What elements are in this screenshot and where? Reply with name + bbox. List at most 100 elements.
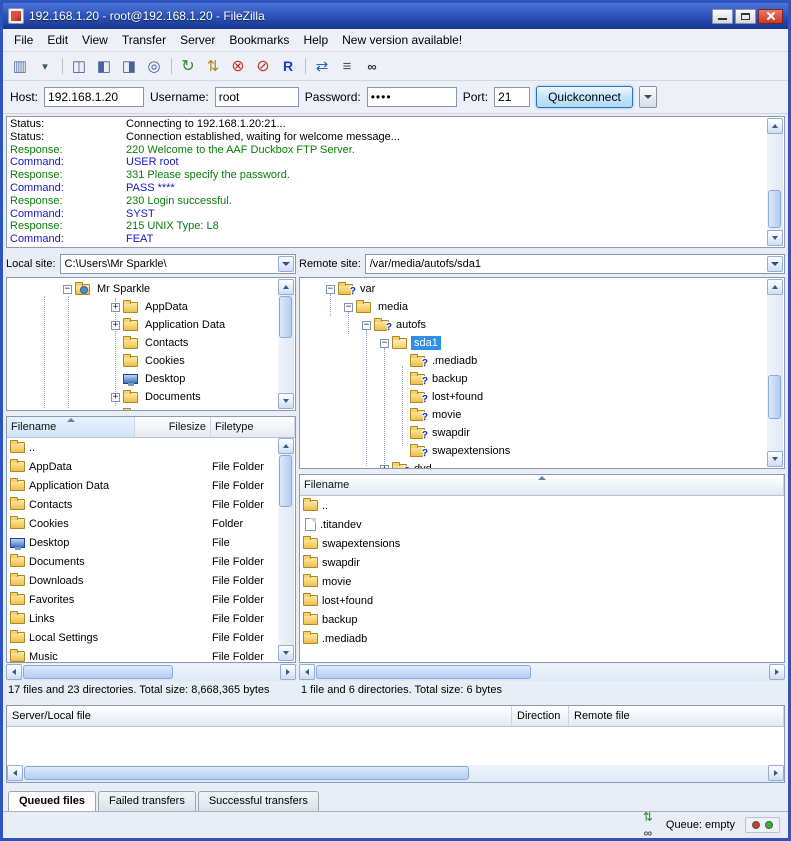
queue-column-header[interactable]: Remote file <box>569 706 784 726</box>
scroll-down-button[interactable] <box>767 451 783 467</box>
tree-expander[interactable]: − <box>63 285 72 294</box>
file-row[interactable]: .titandev <box>300 515 784 534</box>
scroll-down-button[interactable] <box>278 645 294 661</box>
file-row[interactable]: Application Data File Folder <box>7 476 295 495</box>
site-manager-icon[interactable]: ▥ <box>8 55 32 77</box>
find-files-icon[interactable]: ∞ <box>360 55 384 77</box>
menu-item[interactable]: Help <box>296 31 335 49</box>
tree-item[interactable]: − media <box>300 298 784 316</box>
local-tree-vertical-scrollbar[interactable] <box>278 279 294 409</box>
tree-item[interactable]: + Downloads <box>7 406 295 411</box>
scroll-thumb[interactable] <box>316 665 531 679</box>
column-header-filename[interactable]: Filename <box>7 417 135 437</box>
file-row[interactable]: lost+found <box>300 591 784 610</box>
tree-item[interactable]: − var <box>300 280 784 298</box>
scroll-up-button[interactable] <box>767 279 783 295</box>
port-input[interactable] <box>494 87 530 107</box>
directory-comparison-icon[interactable]: ≡ <box>335 55 359 77</box>
tree-item[interactable]: swapdir <box>300 424 784 442</box>
tree-item[interactable]: Contacts <box>7 334 295 352</box>
combo-dropdown-button[interactable] <box>278 256 294 272</box>
remote-tree-vertical-scrollbar[interactable] <box>767 279 783 467</box>
file-row[interactable]: Documents File Folder <box>7 552 295 571</box>
tree-item[interactable]: − sda1 <box>300 334 784 352</box>
tree-expander[interactable]: − <box>344 303 353 312</box>
file-row[interactable]: Favorites File Folder <box>7 590 295 609</box>
disconnect-icon[interactable]: ⊘ <box>251 55 275 77</box>
menu-item[interactable]: File <box>7 31 40 49</box>
queue-body[interactable] <box>7 727 784 765</box>
scroll-thumb[interactable] <box>279 455 292 507</box>
tree-item[interactable]: backup <box>300 370 784 388</box>
scroll-right-button[interactable] <box>280 664 296 680</box>
tree-expander[interactable]: + <box>111 321 120 330</box>
queue-tab[interactable]: Queued files <box>8 791 96 811</box>
tree-item[interactable]: Cookies <box>7 352 295 370</box>
scroll-right-button[interactable] <box>768 765 784 781</box>
sync-browsing-icon[interactable]: ⇄ <box>310 55 334 77</box>
queue-column-header[interactable]: Direction <box>512 706 569 726</box>
password-input[interactable] <box>367 87 457 107</box>
scroll-left-button[interactable] <box>7 765 23 781</box>
tree-item[interactable]: swapextensions <box>300 442 784 460</box>
filezilla-app-icon[interactable] <box>8 8 24 24</box>
scroll-left-button[interactable] <box>6 664 22 680</box>
tree-expander[interactable]: − <box>326 285 335 294</box>
log-vertical-scrollbar[interactable] <box>767 118 783 246</box>
file-row[interactable]: Music File Folder <box>7 647 295 662</box>
scroll-thumb[interactable] <box>23 665 173 679</box>
scroll-up-button[interactable] <box>278 279 294 295</box>
tree-item[interactable]: + Documents <box>7 388 295 406</box>
reconnect-icon[interactable]: R <box>276 55 300 77</box>
scroll-down-button[interactable] <box>278 393 294 409</box>
file-row[interactable]: Cookies Folder <box>7 514 295 533</box>
toggle-log-icon[interactable]: ◫ <box>67 55 91 77</box>
file-row[interactable]: .mediadb <box>300 629 784 648</box>
column-header-filesize[interactable]: Filesize <box>135 417 211 437</box>
menu-item[interactable]: Transfer <box>115 31 173 49</box>
local-site-combo[interactable]: C:\Users\Mr Sparkle\ <box>60 254 296 274</box>
file-row[interactable]: swapextensions <box>300 534 784 553</box>
titlebar[interactable]: 192.168.1.20 - root@192.168.1.20 - FileZ… <box>3 3 788 29</box>
tree-item[interactable]: − autofs <box>300 316 784 334</box>
queue-tab[interactable]: Failed transfers <box>98 791 196 811</box>
file-row[interactable]: AppData File Folder <box>7 457 295 476</box>
scroll-up-button[interactable] <box>767 118 783 134</box>
scroll-left-button[interactable] <box>299 664 315 680</box>
remote-horizontal-scrollbar[interactable] <box>299 664 785 681</box>
file-row[interactable]: .. <box>7 438 295 457</box>
menu-item[interactable]: Edit <box>40 31 75 49</box>
file-row[interactable]: Contacts File Folder <box>7 495 295 514</box>
refresh-icon[interactable]: ↻ <box>176 55 200 77</box>
scroll-right-button[interactable] <box>769 664 785 680</box>
scroll-thumb[interactable] <box>279 296 292 338</box>
tree-item[interactable]: lost+found <box>300 388 784 406</box>
scroll-thumb[interactable] <box>768 190 781 228</box>
menu-item[interactable]: View <box>75 31 115 49</box>
toolbar-separator[interactable] <box>58 55 66 77</box>
tree-item[interactable]: movie <box>300 406 784 424</box>
file-row[interactable]: Links File Folder <box>7 609 295 628</box>
tree-expander[interactable]: − <box>380 339 389 348</box>
tree-expander[interactable]: + <box>111 303 120 312</box>
scroll-thumb[interactable] <box>768 375 781 419</box>
scroll-down-button[interactable] <box>767 230 783 246</box>
site-manager-dropdown-icon[interactable]: ▾ <box>33 55 57 77</box>
quickconnect-button[interactable]: Quickconnect <box>536 86 633 108</box>
maximize-button[interactable] <box>735 9 756 24</box>
column-header-filename[interactable]: Filename <box>300 475 784 495</box>
quickconnect-dropdown-button[interactable] <box>639 86 657 108</box>
host-input[interactable] <box>44 87 144 107</box>
toolbar-separator[interactable] <box>301 55 309 77</box>
menu-item[interactable]: Server <box>173 31 222 49</box>
combo-dropdown-button[interactable] <box>767 256 783 272</box>
tree-expander[interactable]: + <box>380 465 389 470</box>
minimize-button[interactable] <box>712 9 733 24</box>
file-row[interactable]: backup <box>300 610 784 629</box>
tree-item[interactable]: Desktop <box>7 370 295 388</box>
process-queue-icon[interactable]: ⇅ <box>201 55 225 77</box>
tree-item[interactable]: + AppData <box>7 298 295 316</box>
close-button[interactable] <box>758 9 783 24</box>
file-row[interactable]: swapdir <box>300 553 784 572</box>
username-input[interactable] <box>215 87 299 107</box>
